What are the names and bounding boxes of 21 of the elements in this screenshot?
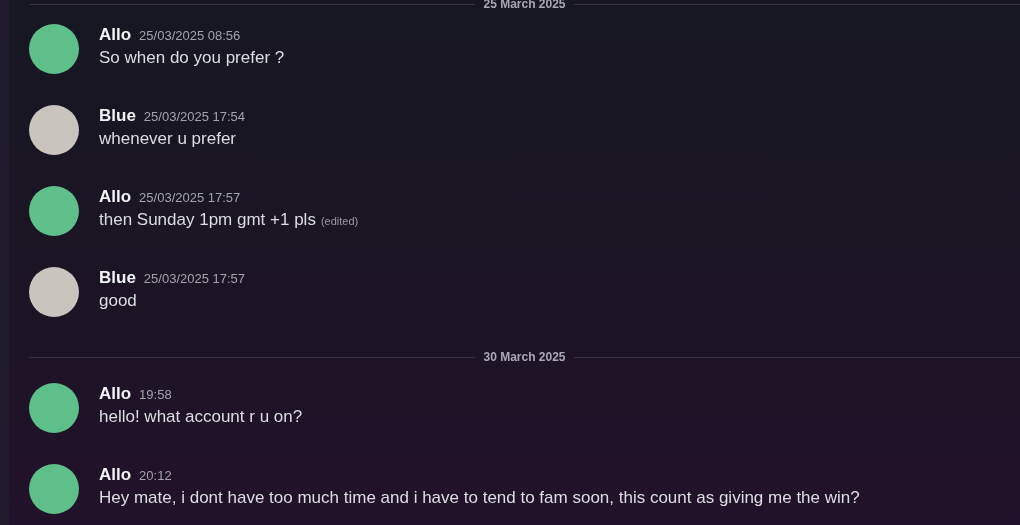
message-text: whenever u prefer	[99, 129, 237, 149]
username: Blue	[99, 268, 136, 288]
message-text: good	[99, 291, 137, 311]
message-text: hello! what account r u on?	[99, 407, 303, 427]
timestamp: 25/03/2025 08:56	[139, 28, 241, 43]
message-text: So when do you prefer ?	[99, 48, 285, 68]
username: Allo	[99, 25, 132, 45]
edited-label: (edited)	[320, 215, 359, 227]
timestamp: 25/03/2025 17:57	[139, 190, 241, 205]
username: Allo	[99, 384, 132, 404]
timestamp: 20:12	[139, 468, 172, 483]
username: Allo	[99, 465, 132, 485]
message-text: Hey mate, i dont have too much time and i have to tend to fam soon, this count as giving me the win?	[99, 488, 860, 508]
date-divider-label: 25 March 2025	[483, 0, 566, 11]
message-text: then Sunday 1pm gmt +1 pls	[99, 210, 316, 230]
timestamp: 25/03/2025 17:57	[143, 271, 246, 286]
timestamp: 25/03/2025 17:54	[143, 109, 246, 124]
timestamp: 19:58	[139, 387, 172, 402]
username: Allo	[99, 187, 132, 207]
date-divider-label: 30 March 2025	[483, 350, 566, 364]
username: Blue	[99, 106, 136, 126]
